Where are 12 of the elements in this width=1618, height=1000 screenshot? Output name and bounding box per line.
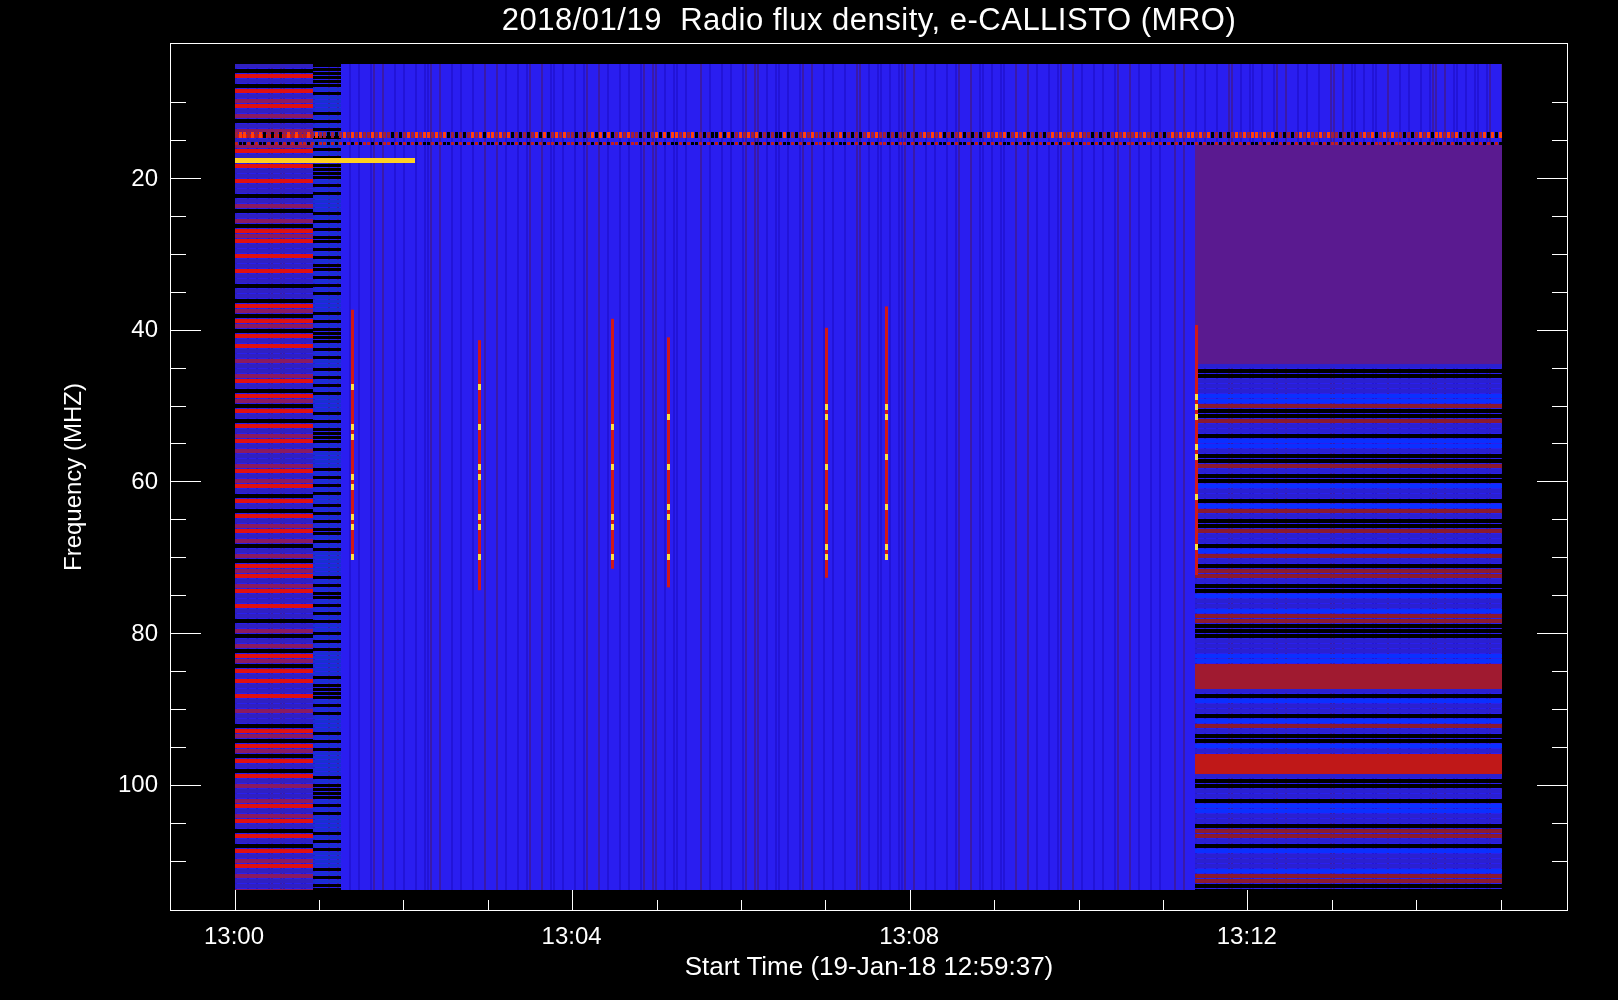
y-tick-label: 80 [131,618,158,647]
plot-title: 2018/01/19 Radio flux density, e-CALLISTO (MRO) [500,2,1238,38]
x-tick-label: 13:08 [879,922,940,950]
y-tick-label: 100 [117,770,158,799]
y-tick-label: 20 [131,163,158,192]
y-tick-label: 40 [131,315,158,344]
x-tick-label: 13:12 [1216,922,1277,950]
y-axis-label: Frequency (MHZ) [59,383,87,571]
x-axis-label: Start Time (19-Jan-18 12:59:37) [684,951,1054,981]
x-tick-label: 13:00 [203,922,265,950]
y-tick-label: 60 [131,466,158,495]
x-tick-label: 13:04 [541,922,602,950]
